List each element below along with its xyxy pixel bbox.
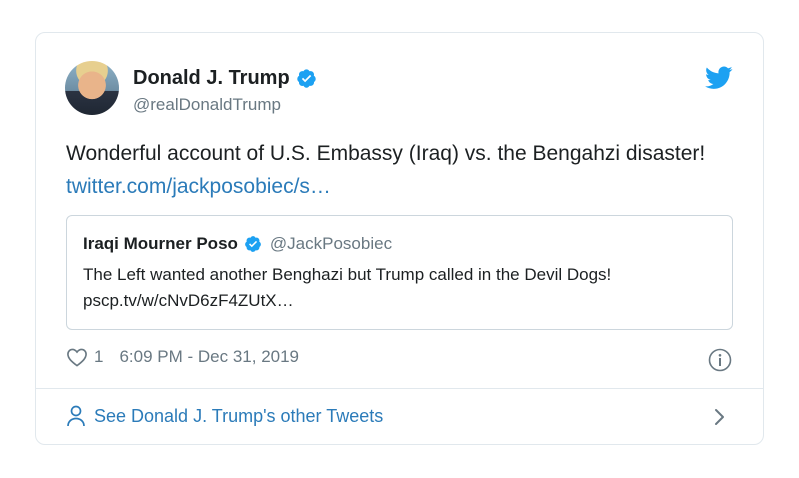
avatar[interactable] [65,61,119,115]
quoted-author-row: Iraqi Mourner Poso @JackPosobiec [83,234,392,254]
timestamp[interactable]: 6:09 PM - Dec 31, 2019 [119,347,299,367]
quoted-author-name: Iraqi Mourner Poso [83,234,238,253]
quoted-tweet[interactable]: Iraqi Mourner Poso @JackPosobiec The Lef… [66,215,733,330]
verified-badge-icon [296,69,316,88]
heart-icon[interactable] [66,347,88,367]
author-handle[interactable]: @realDonaldTrump [133,95,281,115]
twitter-bird-icon[interactable] [705,66,733,90]
chevron-right-icon[interactable] [713,407,727,427]
author-row: Donald J. Trump [133,67,317,90]
quoted-author-handle: @JackPosobiec [269,234,393,253]
see-other-tweets-label[interactable]: See Donald J. Trump's other Tweets [94,406,383,427]
see-other-tweets-link[interactable]: See Donald J. Trump's other Tweets [66,405,383,427]
quoted-tweet-text: The Left wanted another Benghazi but Tru… [83,265,612,310]
person-icon [67,405,85,427]
tweet-text: Wonderful account of U.S. Embassy (Iraq)… [66,137,736,203]
info-icon[interactable] [708,348,732,372]
divider [36,388,763,389]
verified-badge-icon [245,236,261,252]
embedded-tweet-card: Donald J. Trump @realDonaldTrump Wonderf… [35,32,764,445]
tweet-meta: 1 6:09 PM - Dec 31, 2019 [66,347,299,367]
author-name[interactable]: Donald J. Trump [133,67,290,90]
tweet-body: Wonderful account of U.S. Embassy (Iraq)… [66,142,706,165]
like-count[interactable]: 1 [94,347,103,367]
tweet-link[interactable]: twitter.com/jackposobiec/s… [66,175,331,198]
